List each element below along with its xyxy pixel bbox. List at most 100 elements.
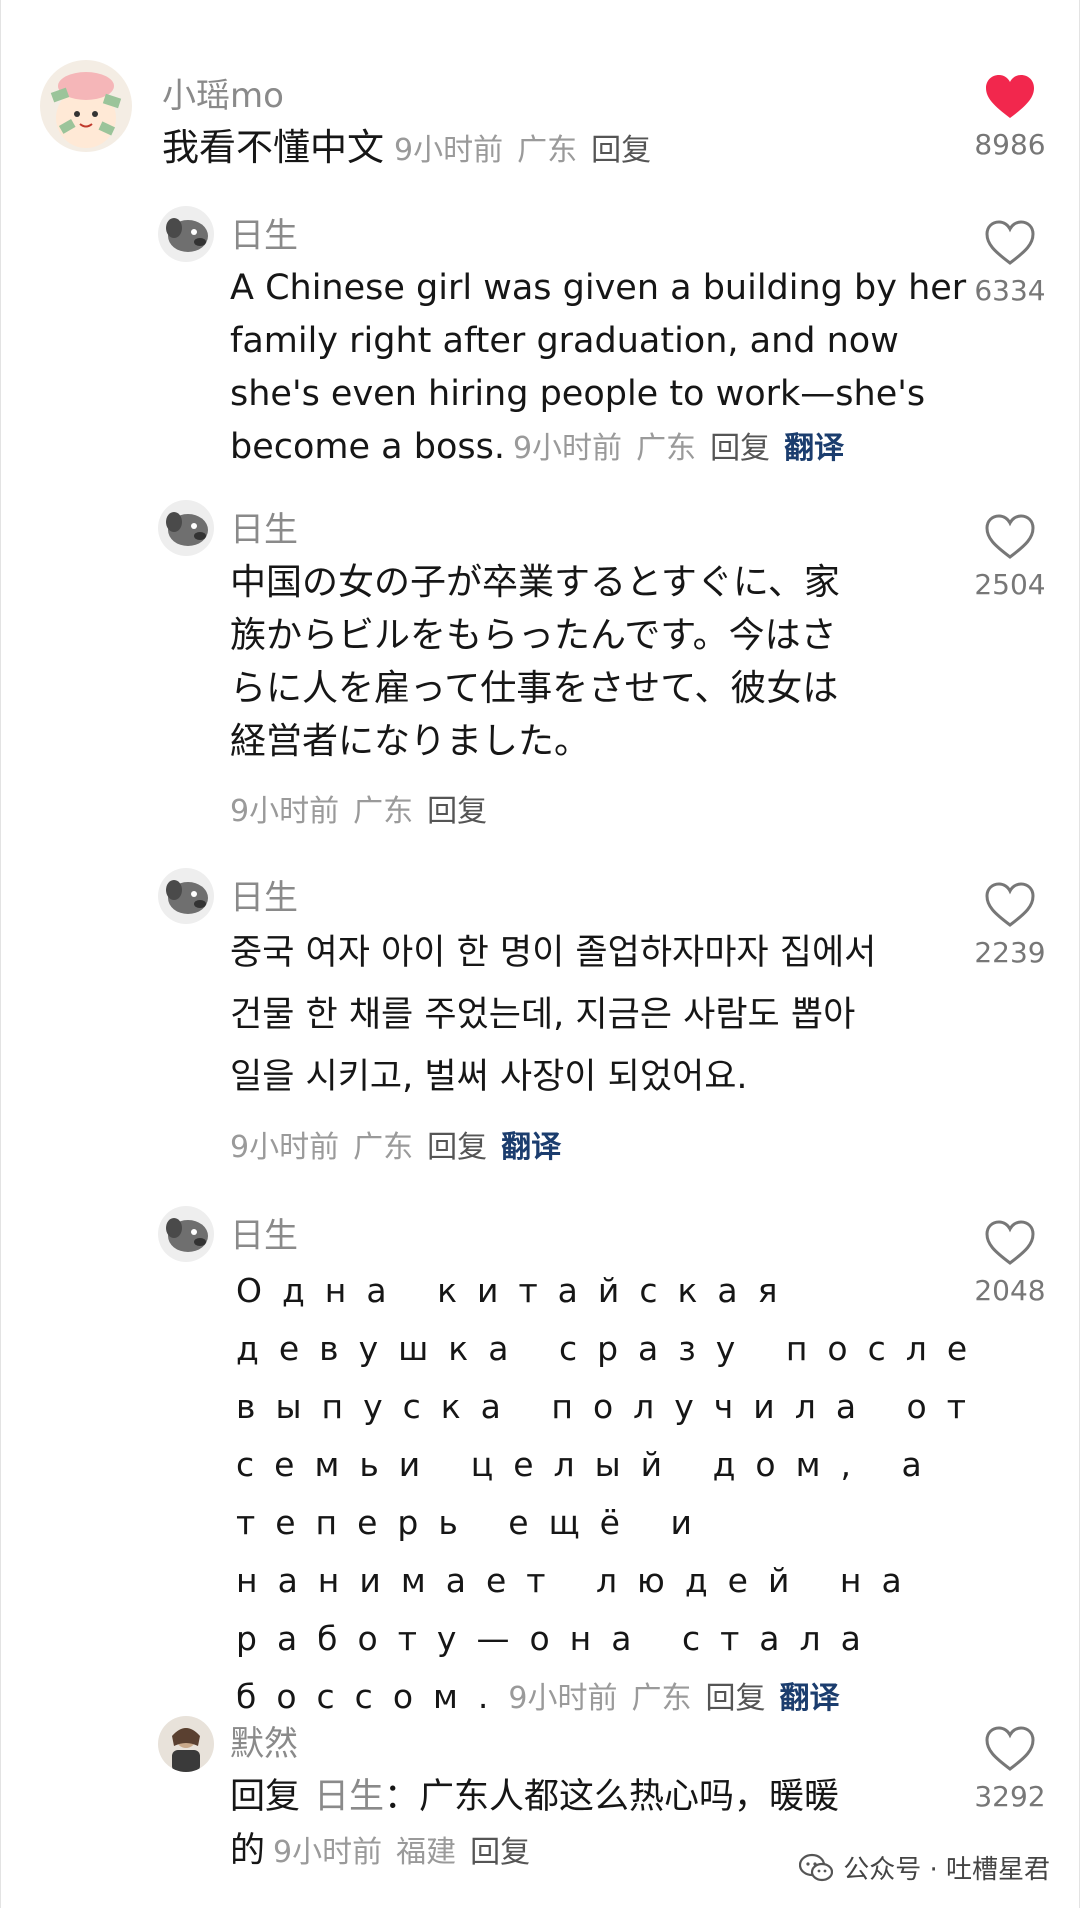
comment-time: 9小时前 (394, 133, 504, 168)
like-button[interactable]: 3292 (960, 1726, 1060, 1813)
comment-text: Одна китайская девушка сразу после выпус… (236, 1262, 987, 1728)
avatar-cartoon-icon (40, 60, 132, 152)
comment-username[interactable]: 日生 (230, 870, 298, 919)
comment-meta: 9小时前 福建 回复 (273, 1835, 530, 1870)
translate-button[interactable]: 翻译 (501, 1130, 561, 1165)
comment-text-line: 中国の女の子が卒業するとすぐに、家 (230, 562, 840, 603)
avatar[interactable] (158, 1716, 214, 1772)
comment-text-line: теперь ещё и (236, 1503, 712, 1542)
comment-text-line: らに人を雇って仕事をさせて、彼女は (230, 668, 839, 709)
comment-text-line: выпуска получила от (236, 1387, 986, 1426)
like-count: 2504 (974, 568, 1046, 601)
like-button[interactable]: 2239 (960, 882, 1060, 969)
heart-outline-icon (985, 514, 1035, 559)
comment-text-line: 我看不懂中文 (162, 126, 384, 169)
wechat-official-account-icon (799, 1853, 834, 1881)
comment-text: 我看不懂中文 9小时前 广东 回复 (162, 126, 651, 173)
reply-button[interactable]: 回复 (427, 794, 487, 829)
heart-outline-icon (985, 882, 1035, 927)
comment-text-line: 的 9小时前 福建 回复 (230, 1824, 839, 1880)
reply-button[interactable]: 回复 (427, 1130, 487, 1165)
avatar-dog-icon (158, 206, 214, 262)
comment-location: 广东 (353, 794, 414, 829)
like-count: 6334 (974, 274, 1046, 307)
comment-text: 중국 여자 아이 한 명이 졸업하자마자 집에서 건물 한 채를 주었는데, 지… (230, 922, 876, 1108)
comment-meta: 9小时前 广东 回复 (230, 786, 487, 830)
watermark: 公众号 · 吐槽星君 (799, 1849, 1050, 1886)
comment-location: 广东 (636, 431, 697, 466)
comment-text-line: A Chinese girl was given a building by h… (230, 268, 967, 308)
comment-text-line: 중국 여자 아이 한 명이 졸업하자마자 집에서 (230, 933, 877, 973)
reply-to-username[interactable]: 日生 (314, 1777, 384, 1817)
comment-text-line: девушка сразу после (236, 1329, 988, 1368)
comment-text-line: 广东人都这么热心吗，暖暖 (419, 1777, 840, 1817)
comment-text: 回复 日生：广东人都这么热心吗，暖暖 的 9小时前 福建 回复 (230, 1770, 839, 1880)
translate-button[interactable]: 翻译 (784, 431, 844, 466)
comment-text-line: нанимает людей на (236, 1561, 922, 1600)
comment-location: 广东 (517, 133, 578, 168)
heart-filled-icon (986, 75, 1034, 118)
comment-username[interactable]: 日生 (230, 1208, 298, 1257)
avatar-person-icon (158, 1716, 214, 1772)
like-count: 2239 (974, 936, 1046, 969)
comment-meta: 9小时前 广东 回复 翻译 (508, 1681, 839, 1716)
comment-text-line: 건물 한 채를 주었는데, 지금은 사람도 뽑아 (230, 995, 856, 1035)
comment-meta: 9小时前 广东 回复 翻译 (230, 1122, 561, 1166)
comment-text: A Chinese girl was given a building by h… (230, 262, 966, 475)
comment-meta: 9小时前 广东 回复 (394, 133, 651, 168)
reply-button[interactable]: 回复 (470, 1835, 530, 1870)
left-border (0, 0, 1, 1908)
avatar[interactable] (40, 60, 132, 152)
comment-location: 广东 (631, 1681, 692, 1716)
like-count: 2048 (974, 1274, 1046, 1307)
comment-time: 9小时前 (273, 1835, 383, 1870)
avatar[interactable] (158, 500, 214, 556)
comment-text-line: боссом.9小时前 广东 回复 翻译 (236, 1668, 987, 1728)
comment-text-tail: боссом. (236, 1677, 509, 1716)
heart-outline-icon (985, 1220, 1035, 1265)
comment-text-tail: become a boss. (230, 427, 505, 467)
comment-username[interactable]: 默然 (230, 1716, 298, 1765)
comment-text-line: Одна китайская (236, 1271, 798, 1310)
avatar-dog-icon (158, 1206, 214, 1262)
like-button[interactable]: 8986 (960, 74, 1060, 161)
comment-text-line: family right after graduation, and now (230, 321, 899, 361)
translate-button[interactable]: 翻译 (780, 1681, 840, 1716)
like-count: 3292 (974, 1780, 1046, 1813)
comment-time: 9小时前 (230, 1130, 340, 1165)
like-button[interactable]: 6334 (960, 220, 1060, 307)
reply-prefix: 回复 (230, 1777, 301, 1817)
comment-text-line: 経営者になりました。 (230, 721, 591, 762)
comment-text-line: she's even hiring people to work—she's (230, 374, 926, 414)
comment-location: 广东 (353, 1130, 414, 1165)
comment-time: 9小时前 (512, 431, 623, 466)
comment-text-line: 回复 日生：广东人都这么热心吗，暖暖 (230, 1770, 839, 1824)
avatar-dog-icon (158, 868, 214, 924)
comment-text-line: семьи целый дом, а (236, 1445, 942, 1484)
like-button[interactable]: 2048 (960, 1220, 1060, 1307)
comment-text-line: 일을 시키고, 벌써 사장이 되었어요. (230, 1057, 748, 1097)
comment-meta: 9小时前 广东 回复 翻译 (513, 431, 844, 466)
reply-button[interactable]: 回复 (591, 133, 651, 168)
avatar[interactable] (158, 206, 214, 262)
comment-text-tail: 的 (230, 1831, 266, 1871)
comment-time: 9小时前 (230, 794, 340, 829)
comment-text-line: 族からビルをもらったんです。今はさ (230, 615, 837, 656)
comment-username[interactable]: 日生 (230, 502, 298, 551)
comment-username[interactable]: 小瑶mo (162, 68, 284, 117)
comment-location: 福建 (396, 1835, 457, 1870)
comment-username[interactable]: 日生 (230, 208, 298, 257)
comment-text: 中国の女の子が卒業するとすぐに、家 族からビルをもらったんです。今はさ らに人を… (230, 556, 840, 768)
avatar-dog-icon (158, 500, 214, 556)
heart-outline-icon (985, 220, 1035, 265)
comment-text-line: работу—она стала (236, 1619, 881, 1658)
like-button[interactable]: 2504 (960, 514, 1060, 601)
avatar[interactable] (158, 1206, 214, 1262)
comment-text-line: become a boss. 9小时前 广东 回复 翻译 (230, 421, 966, 475)
avatar[interactable] (158, 868, 214, 924)
reply-colon: ： (384, 1777, 420, 1817)
watermark-text: 公众号 · 吐槽星君 (843, 1855, 1050, 1885)
reply-button[interactable]: 回复 (706, 1681, 766, 1716)
reply-button[interactable]: 回复 (710, 431, 770, 466)
like-count: 8986 (974, 128, 1046, 161)
